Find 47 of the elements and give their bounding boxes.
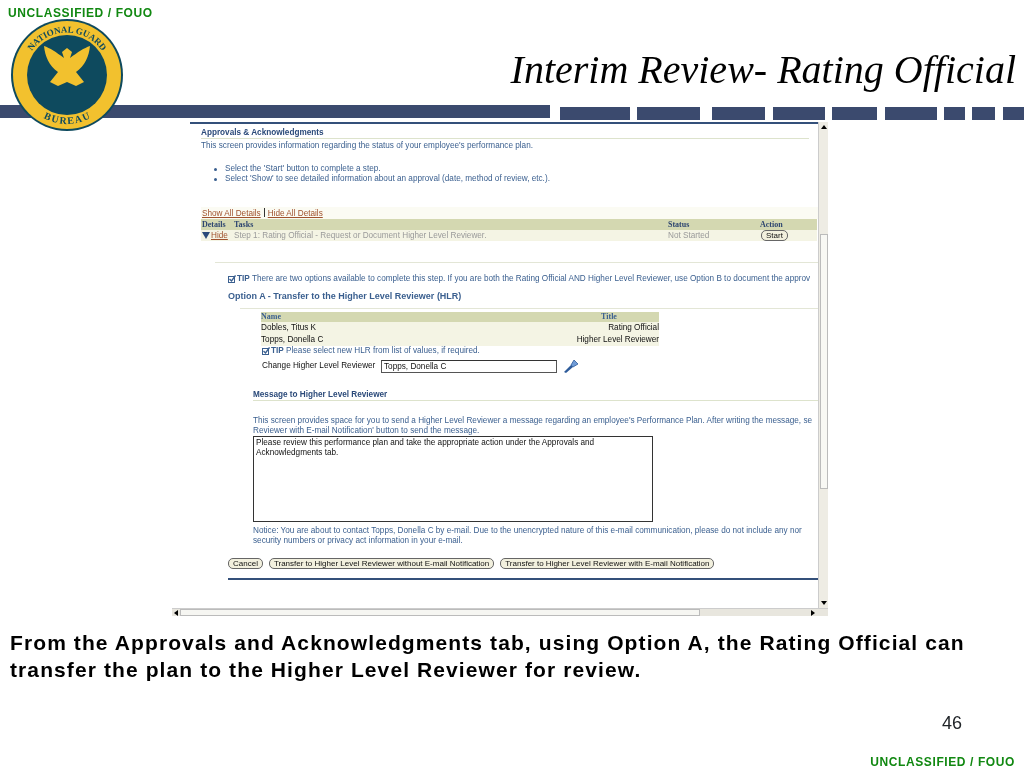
column-header: Status: [667, 219, 759, 230]
section-title: Message to Higher Level Reviewer: [253, 390, 818, 401]
column-header: Name: [261, 312, 559, 322]
tip-icon: [228, 275, 236, 283]
column-header: Tasks: [233, 219, 667, 230]
field-label: Change Higher Level Reviewer: [262, 361, 377, 371]
option-title: Option A - Transfer to the Higher Level Reviewer (HLR): [228, 291, 462, 301]
column-header: Title: [559, 312, 659, 322]
slide-title: Interim Review- Rating Official: [510, 48, 1016, 92]
logo-text: BUREAU: [42, 109, 92, 127]
transfer-button[interactable]: Transfer to Higher Level Reviewer with E-mail Notification: [500, 558, 715, 569]
table-cell: Step 1: Rating Official - Request or Document Higher Level Reviewer.: [233, 230, 667, 241]
classification-label: UNCLASSIFIED / FOUO: [7, 5, 153, 20]
table-cell: Not Started: [667, 230, 759, 241]
bullet-icon: [214, 177, 217, 181]
section-title: Approvals & Acknowledgments: [201, 128, 809, 139]
description-text: This screen provides space for you to send a Higher Level Reviewer a message regarding an employee's Performance Plan. After writing the message, se: [253, 416, 814, 426]
caption-text: From the Approvals and Acknowledgments tab, using Option A, the Rating Official can transfer the plan to the Higher Level Reviewer for review.: [10, 630, 966, 683]
start-button[interactable]: Start: [761, 230, 788, 241]
scrollbar[interactable]: [172, 608, 828, 616]
table-cell: Higher Level Reviewer: [559, 334, 659, 346]
details-link[interactable]: Hide All Details: [267, 209, 323, 218]
page-number: 46: [940, 712, 963, 734]
column-header: Details: [201, 219, 233, 230]
bullet-item: Select the 'Start' button to complete a step.: [225, 164, 381, 174]
flashlight-icon[interactable]: [563, 359, 579, 373]
bullet-icon: [214, 167, 217, 171]
notice-text: security numbers or privacy act information in your e-mail.: [253, 536, 464, 546]
notice-text: Notice: You are about to contact Topps, Donella C by e-mail. Due to the unencrypted nature of this e-mail communication, please do not include any nor: [253, 526, 803, 536]
tip-text: TIP There are two options available to complete this step. If you are both the Rating Official AND Higher Level Reviewer, use Option B to document the approv: [237, 274, 811, 284]
description-text: Reviewer with E-mail Notification' button to send the message.: [253, 426, 481, 436]
reviewer-field[interactable]: Topps, Donella C: [381, 359, 557, 373]
table-cell: Topps, Donella C: [261, 334, 559, 346]
description-text: This screen provides information regarding the status of your employee's performance plan.: [201, 141, 534, 151]
column-header: Action: [759, 219, 817, 230]
message-box[interactable]: Please review this performance plan and take the appropriate action under the Approvals and Acknowledgments tab.: [253, 436, 653, 522]
scrollbar[interactable]: [818, 122, 828, 608]
triangle-icon[interactable]: [202, 232, 210, 239]
tip-text: TIP Please select new HLR from list of values, if required.: [271, 346, 480, 356]
bullet-item: Select 'Show' to see detailed information about an approval (date, method of review, etc.).: [225, 174, 550, 184]
transfer-button[interactable]: Transfer to Higher Level Reviewer without E-mail Notification: [268, 558, 495, 569]
table-cell: Dobles, Titus K: [261, 322, 559, 334]
tip-icon: [262, 347, 270, 355]
table-cell: Rating Official: [559, 322, 659, 334]
details-link[interactable]: Show All Details: [202, 209, 261, 218]
classification-label: UNCLASSIFIED / FOUO: [870, 755, 1015, 768]
cancel-button[interactable]: Cancel: [228, 558, 263, 569]
